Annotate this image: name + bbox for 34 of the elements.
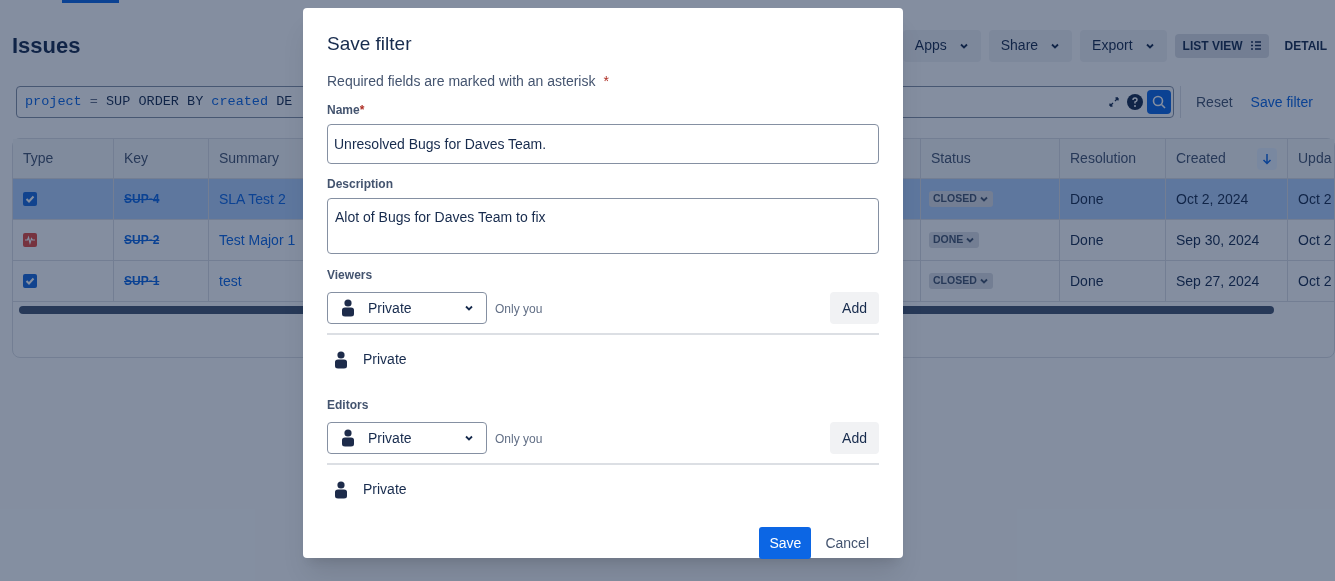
- hint-text: Only you: [495, 431, 543, 448]
- column-header: Status: [931, 149, 971, 168]
- column-header: Resolution: [1070, 149, 1137, 168]
- table-cell-text: Oct 2: [1298, 189, 1332, 209]
- table-cell-text: Oct 2, 2024: [1176, 189, 1249, 209]
- column-header: Created: [1176, 149, 1226, 168]
- column-header: Type: [23, 149, 54, 168]
- query-token: =: [88, 93, 98, 109]
- query-token: DE: [275, 93, 293, 109]
- hint-text: Only you: [495, 301, 543, 318]
- access-entry: Private: [363, 350, 407, 369]
- query-token: SUP ORDER BY: [105, 93, 204, 109]
- table-cell-text: Done: [1070, 230, 1104, 250]
- table-cell-text: Done: [1070, 271, 1104, 291]
- column-header: Key: [124, 149, 149, 168]
- table-cell-text: Oct 2: [1298, 271, 1332, 291]
- query-token: project: [25, 93, 82, 109]
- column-header: Summary: [219, 149, 279, 168]
- query-token: created: [210, 93, 269, 109]
- field-label: Name: [327, 102, 360, 119]
- table-cell-text: Sep 30, 2024: [1176, 230, 1260, 250]
- required-mark: *: [359, 102, 365, 119]
- required-mark: *: [603, 72, 609, 91]
- required-note: Required fields are marked with an asterisk: [327, 72, 596, 91]
- dialog-title: Save filter: [327, 32, 413, 56]
- column-header: Upda: [1298, 149, 1332, 168]
- field-label: Editors: [327, 397, 370, 414]
- table-cell-text: Sep 27, 2024: [1176, 271, 1260, 291]
- access-entry: Private: [363, 480, 407, 499]
- field-label: Description: [327, 176, 394, 193]
- page-title: Issues: [12, 32, 81, 60]
- table-cell-text: Oct 2: [1298, 230, 1332, 250]
- table-cell-text: Done: [1070, 189, 1104, 209]
- field-label: Viewers: [327, 267, 374, 284]
